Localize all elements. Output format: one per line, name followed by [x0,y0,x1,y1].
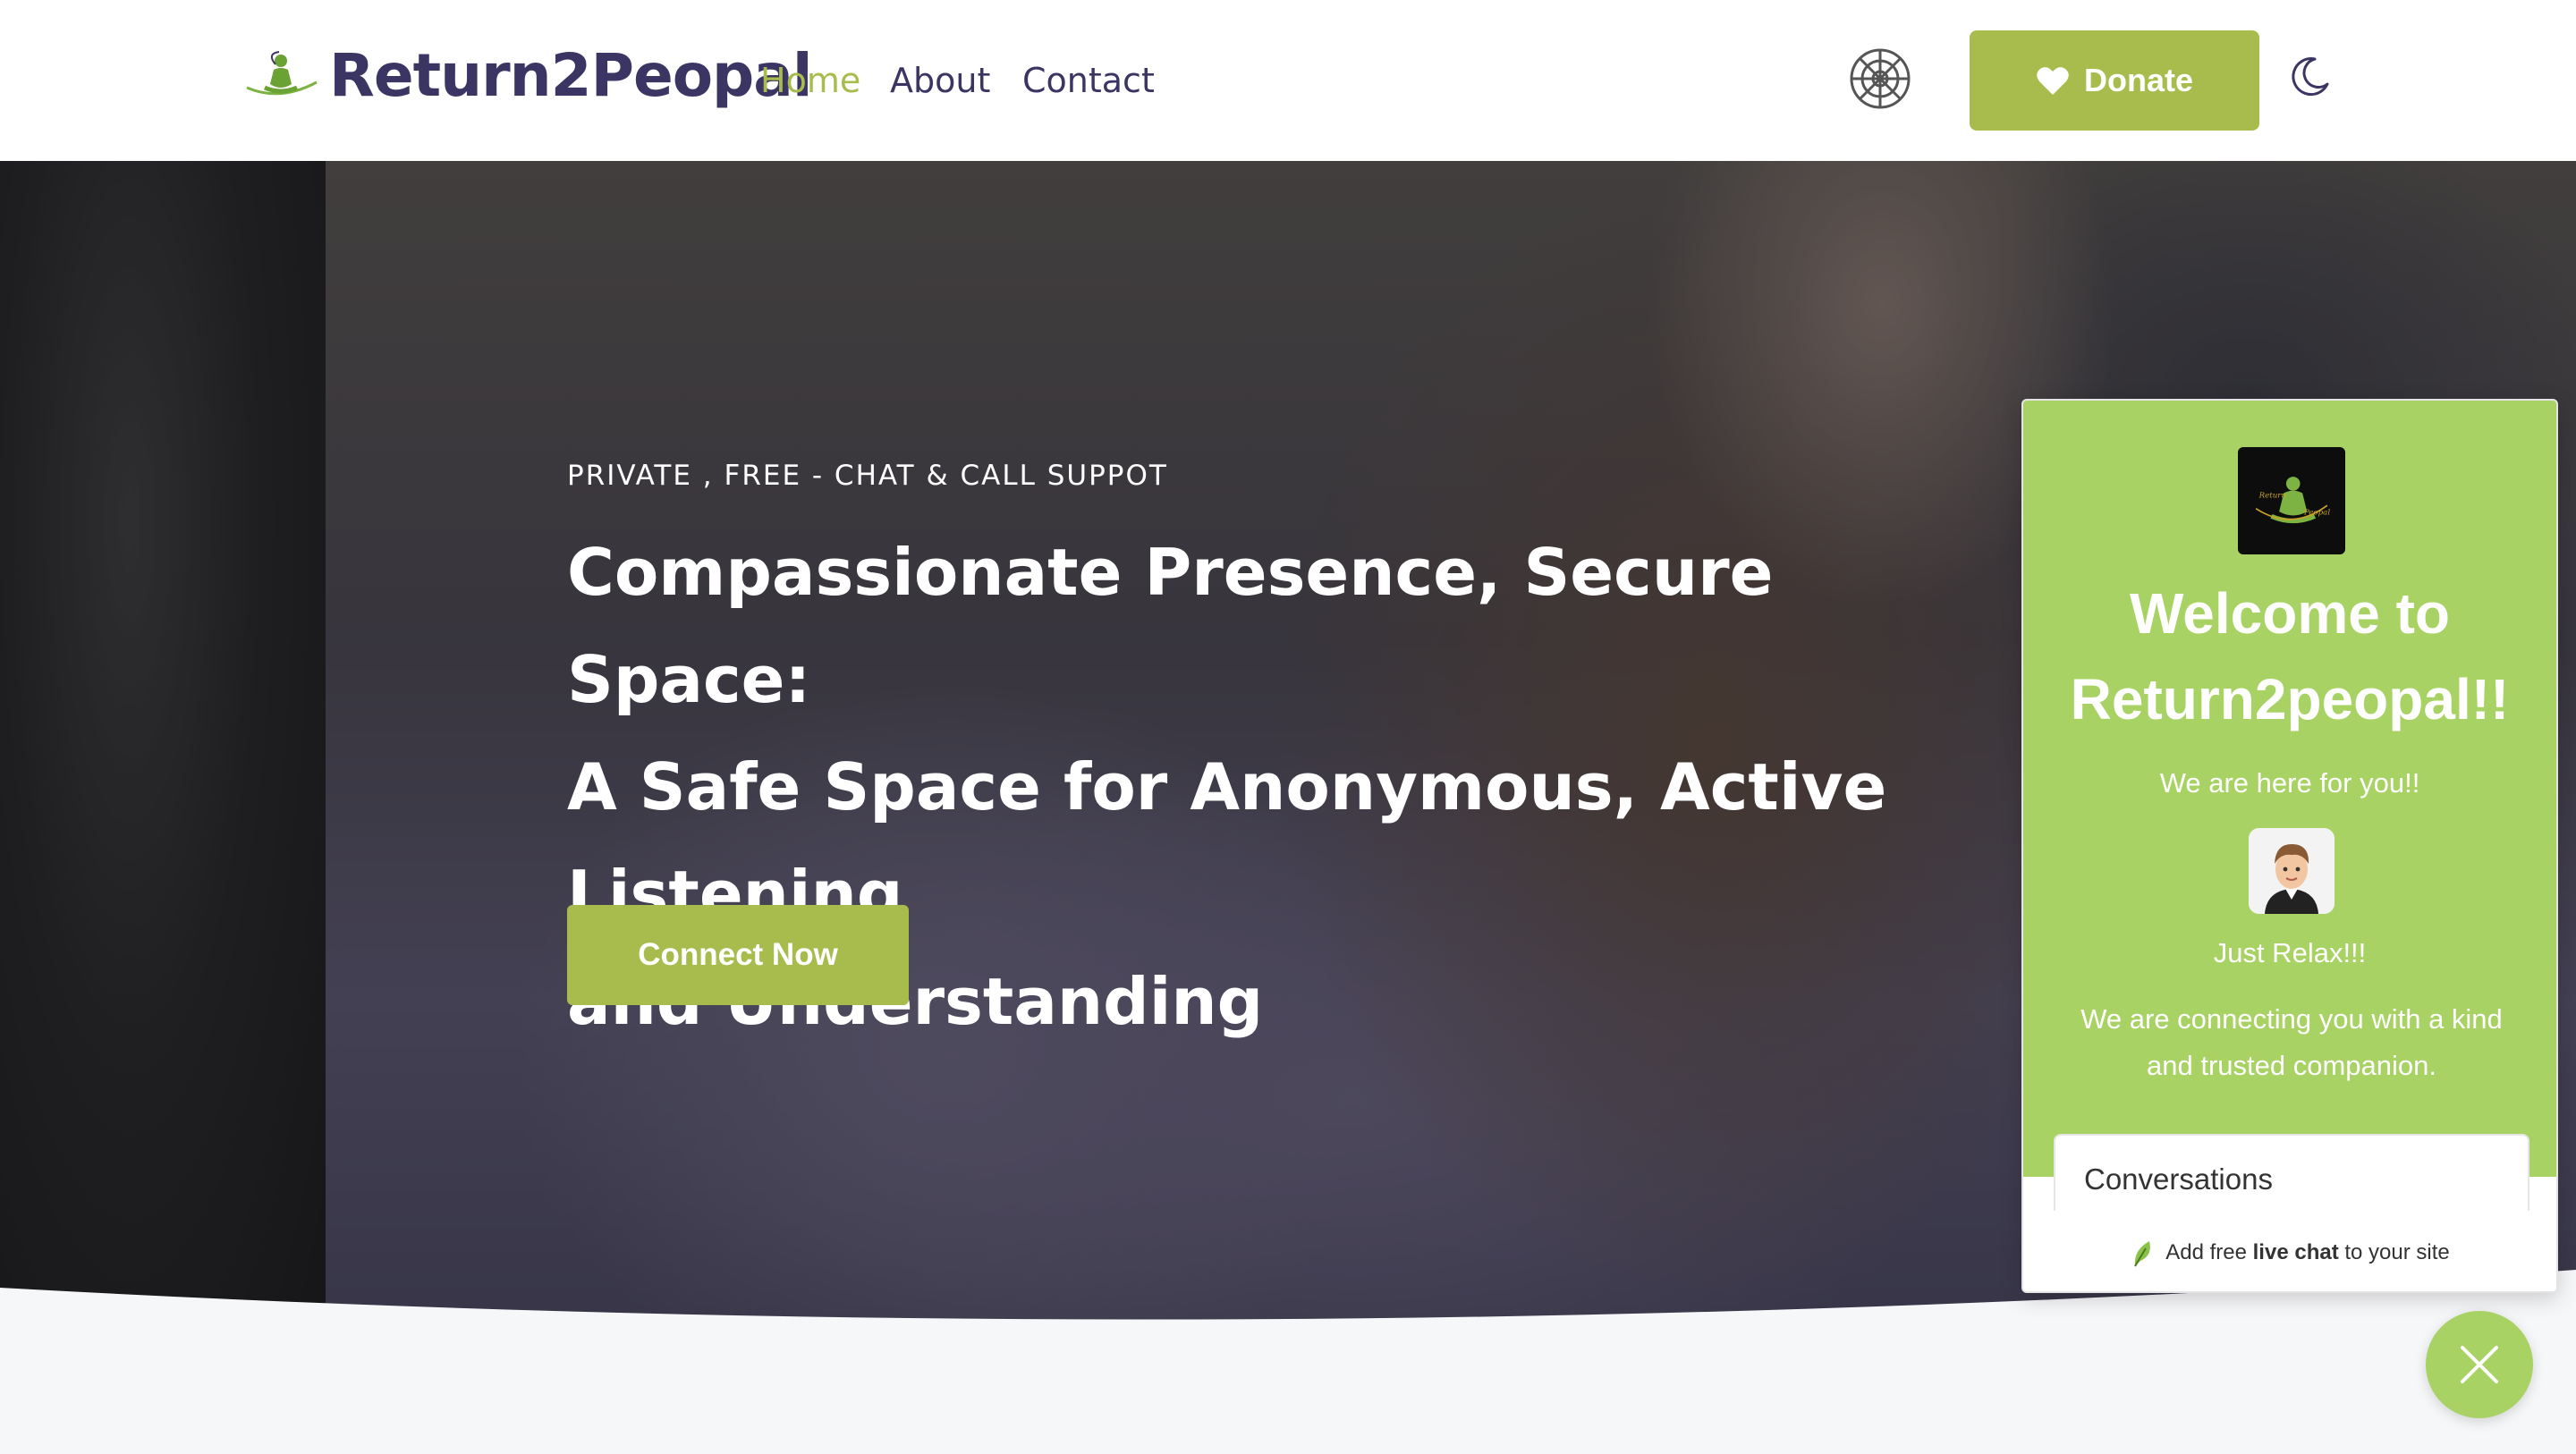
chat-widget: Return Peopal Welcome to Return2peopal!!… [2021,399,2558,1293]
site-header: Return2Peopal Home About Contact Donate [0,0,2576,161]
chat-welcome-title: Welcome to Return2peopal!! [2023,571,2556,742]
donate-button[interactable]: Donate [1970,30,2259,131]
nav-home[interactable]: Home [760,55,860,106]
nav-about[interactable]: About [890,55,990,106]
chat-footer[interactable]: Add free live chat to your site [2023,1211,2556,1291]
chat-connecting-text: We are connecting you with a kind and tr… [2080,1003,2503,1081]
chat-welcome-line: Welcome to [2130,581,2450,646]
agent-avatar [2249,828,2334,914]
chat-footer-text: Add free live chat to your site [2165,1240,2450,1265]
close-chat-button[interactable] [2426,1311,2533,1418]
chat-subtitle: We are here for you!! [2159,767,2420,799]
close-icon [2461,1346,2498,1383]
moon-icon[interactable] [2288,55,2331,98]
leaf-icon [2134,1241,2151,1267]
svg-text:Peopal: Peopal [2303,509,2330,518]
chat-footer-prefix: Add free [2165,1240,2253,1264]
globe-icon[interactable] [1848,46,1912,111]
chat-footer-suffix: to your site [2338,1240,2450,1264]
conversations-label: Conversations [2084,1162,2273,1196]
logo-icon[interactable] [240,48,320,111]
svg-text:Return: Return [2258,492,2286,501]
chat-relax-text: Just Relax!!! [2213,937,2367,968]
brand-name[interactable]: Return2Peopal [329,36,812,116]
nav-contact[interactable]: Contact [1022,55,1155,106]
hero-kicker: PRIVATE , FREE - CHAT & CALL SUPPOT [567,460,1168,492]
page-content-area [0,1359,2576,1454]
donate-label: Donate [2083,62,2193,98]
heart-icon [2037,67,2069,95]
hero-title-line: Compassionate Presence, Secure Space: [567,535,1774,717]
chat-welcome-line: Return2peopal!! [2070,667,2510,731]
chat-logo-icon: Return Peopal [2238,447,2345,554]
connect-now-button[interactable]: Connect Now [567,905,909,1005]
chat-footer-bold: live chat [2252,1240,2339,1264]
